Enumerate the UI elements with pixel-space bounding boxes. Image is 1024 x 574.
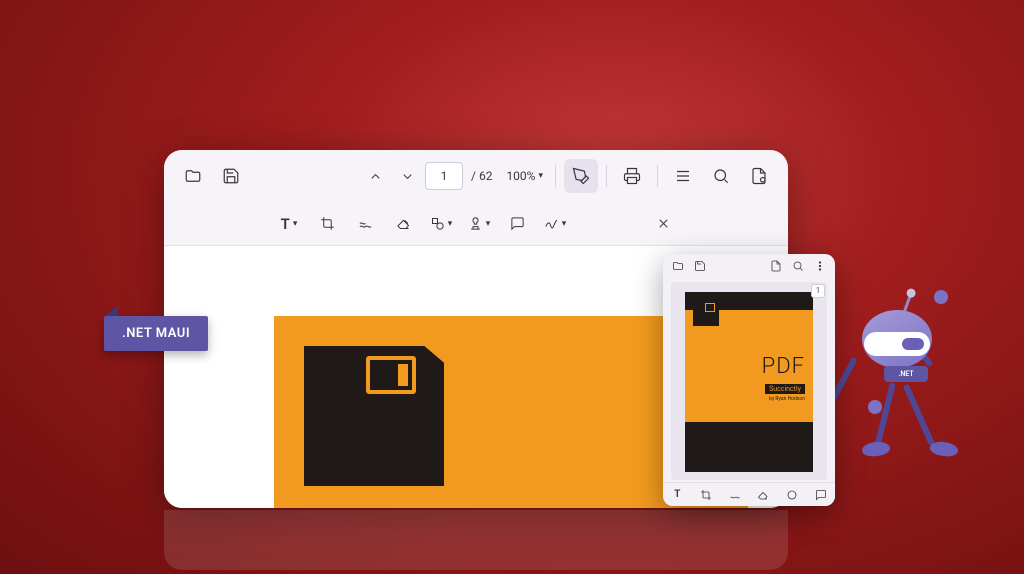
text-tool-button[interactable]: T ▾ <box>275 210 303 238</box>
floppy-disk-icon <box>693 300 719 326</box>
robot-mascot: .NET <box>834 290 974 510</box>
reflection <box>164 510 864 570</box>
mobile-bottom-toolbar: T <box>663 482 835 506</box>
page-count-label: / 62 <box>471 169 492 183</box>
mobile-save-button[interactable] <box>691 257 709 275</box>
mobile-top-toolbar <box>663 254 835 278</box>
eraser-tool-button[interactable] <box>389 210 417 238</box>
print-button[interactable] <box>615 159 649 193</box>
cover-subtitle: Succinctly <box>765 384 805 394</box>
net-maui-tag: .NET MAUI <box>104 316 208 351</box>
robot-belt-label: .NET <box>884 366 928 382</box>
mobile-page-canvas[interactable]: 1 PDF Succinctly by Ryan Hodson <box>671 282 827 480</box>
mobile-folder-button[interactable] <box>669 257 687 275</box>
previous-page-button[interactable] <box>361 162 389 190</box>
crop-tool-button[interactable] <box>313 210 341 238</box>
separator <box>657 165 658 187</box>
chevron-down-icon: ▾ <box>562 219 567 229</box>
cover-title: PDF <box>762 354 805 379</box>
mobile-page-settings-button[interactable] <box>767 257 785 275</box>
mobile-eraser-tool-button[interactable] <box>754 486 772 504</box>
separator <box>555 165 556 187</box>
annotation-toolbar: T ▾ ▾ ▾ ▾ <box>164 202 788 246</box>
stamp-tool-button[interactable]: ▾ <box>465 210 493 238</box>
mobile-note-tool-button[interactable] <box>812 486 830 504</box>
mobile-page-indicator: 1 <box>811 284 825 298</box>
folder-open-button[interactable] <box>176 159 210 193</box>
mobile-shape-tool-button[interactable] <box>783 486 801 504</box>
shape-tool-button[interactable]: ▾ <box>427 210 455 238</box>
maui-tag-fold <box>104 306 118 316</box>
mobile-pdf-viewer: 1 PDF Succinctly by Ryan Hodson T <box>663 254 835 506</box>
next-page-button[interactable] <box>393 162 421 190</box>
save-button[interactable] <box>214 159 248 193</box>
chevron-down-icon: ▾ <box>538 171 543 181</box>
zoom-value: 100% <box>506 169 535 183</box>
mobile-document-cover: PDF Succinctly by Ryan Hodson <box>685 292 813 472</box>
mobile-search-button[interactable] <box>789 257 807 275</box>
search-button[interactable] <box>704 159 738 193</box>
mobile-ink-tool-button[interactable] <box>726 486 744 504</box>
chevron-down-icon: ▾ <box>448 219 453 229</box>
primary-toolbar: 1 / 62 100% ▾ <box>164 150 788 202</box>
annotate-button[interactable] <box>564 159 598 193</box>
current-page-input[interactable]: 1 <box>425 162 463 190</box>
cover-author: by Ryan Hodson <box>769 396 805 402</box>
page-settings-button[interactable] <box>742 159 776 193</box>
zoom-level-dropdown[interactable]: 100% ▾ <box>506 169 543 183</box>
mobile-more-button[interactable] <box>811 257 829 275</box>
close-annotation-toolbar-button[interactable] <box>649 210 677 238</box>
signature-tool-button[interactable]: ▾ <box>541 210 569 238</box>
outline-button[interactable] <box>666 159 700 193</box>
floppy-disk-icon <box>304 346 444 486</box>
ink-tool-button[interactable] <box>351 210 379 238</box>
mobile-text-tool-button[interactable]: T <box>668 486 686 504</box>
chevron-down-icon: ▾ <box>293 219 298 229</box>
mobile-crop-tool-button[interactable] <box>697 486 715 504</box>
chevron-down-icon: ▾ <box>486 219 491 229</box>
separator <box>606 165 607 187</box>
note-tool-button[interactable] <box>503 210 531 238</box>
